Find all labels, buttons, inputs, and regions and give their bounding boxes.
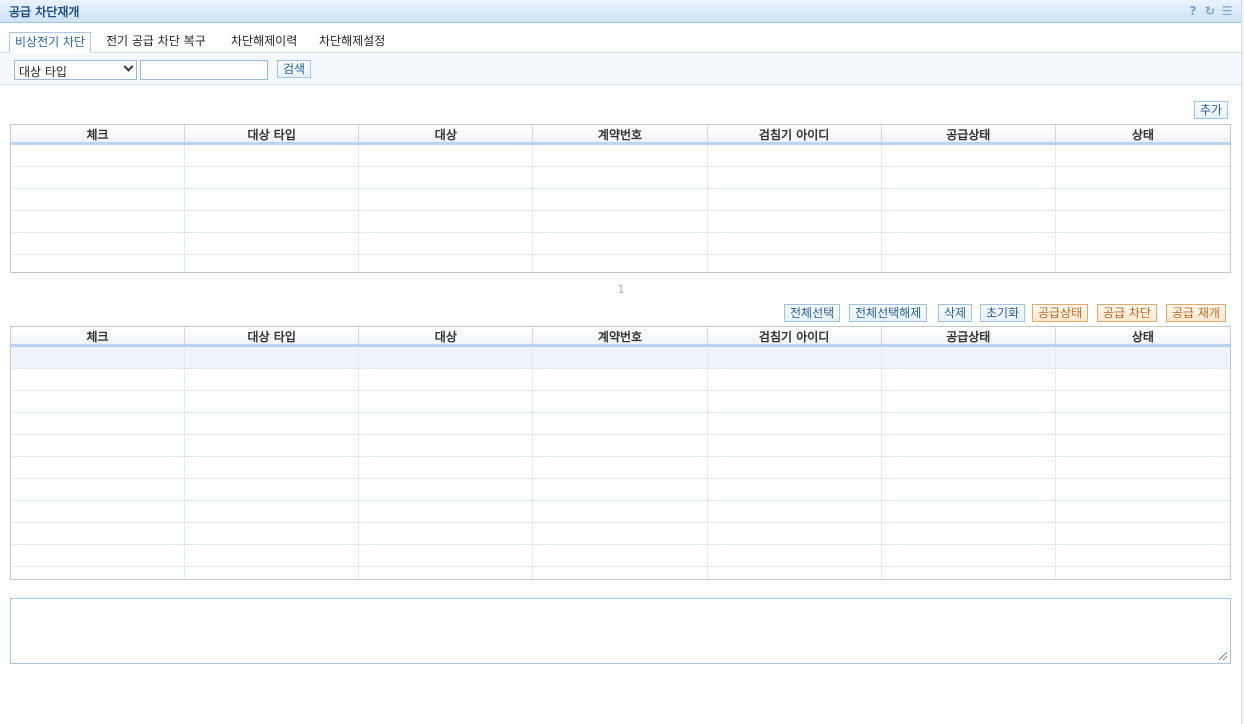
table-row[interactable] bbox=[11, 211, 1230, 233]
target-type-select[interactable]: 대상 타입 bbox=[14, 60, 137, 80]
deselect-all-button[interactable]: 전체선택해제 bbox=[849, 304, 928, 322]
table-row[interactable] bbox=[11, 567, 1230, 579]
search-bar: 대상 타입 검색 bbox=[0, 54, 1241, 85]
tab-bar: 비상전기 차단 전기 공급 차단 복구 차단해제이력 차단해제설정 bbox=[0, 23, 1241, 53]
refresh-icon[interactable]: ↻ bbox=[1204, 4, 1216, 18]
memo-textarea[interactable] bbox=[10, 598, 1231, 664]
search-input[interactable] bbox=[140, 60, 268, 80]
grid-header: 체크 대상 타입 대상 계약번호 검침기 아이디 공급상태 상태 bbox=[11, 327, 1230, 347]
resize-grip-icon[interactable] bbox=[1219, 652, 1227, 660]
col-check[interactable]: 체크 bbox=[11, 125, 186, 142]
table-row[interactable] bbox=[11, 523, 1230, 545]
col-target[interactable]: 대상 bbox=[359, 125, 534, 142]
col-status[interactable]: 상태 bbox=[1056, 125, 1230, 142]
table-row[interactable] bbox=[11, 501, 1230, 523]
tab-release-settings[interactable]: 차단해제설정 bbox=[314, 32, 390, 53]
pager-page-number[interactable]: 1 bbox=[612, 283, 630, 296]
table-row[interactable] bbox=[11, 413, 1230, 435]
table-row[interactable] bbox=[11, 255, 1230, 272]
add-button[interactable]: 추가 bbox=[1194, 101, 1229, 119]
col-supply-status[interactable]: 공급상태 bbox=[882, 125, 1056, 142]
col-target-type[interactable]: 대상 타입 bbox=[185, 327, 360, 344]
help-icon[interactable]: ? bbox=[1187, 4, 1199, 18]
target-type-value: 대상 타입 bbox=[19, 65, 67, 79]
select-all-button[interactable]: 전체선택 bbox=[784, 304, 841, 322]
delete-button[interactable]: 삭제 bbox=[938, 304, 973, 322]
table-row[interactable] bbox=[11, 347, 1230, 369]
table-row[interactable] bbox=[11, 435, 1230, 457]
supply-resume-button[interactable]: 공급 재개 bbox=[1166, 304, 1226, 322]
col-meter-id[interactable]: 검침기 아이디 bbox=[708, 327, 882, 344]
table-row[interactable] bbox=[11, 457, 1230, 479]
col-check[interactable]: 체크 bbox=[11, 327, 186, 344]
selected-grid: 체크 대상 타입 대상 계약번호 검침기 아이디 공급상태 상태 bbox=[10, 326, 1231, 580]
table-row[interactable] bbox=[11, 233, 1230, 255]
col-target-type[interactable]: 대상 타입 bbox=[185, 125, 360, 142]
table-row[interactable] bbox=[11, 189, 1230, 211]
supply-status-button[interactable]: 공급상태 bbox=[1032, 304, 1089, 322]
table-row[interactable] bbox=[11, 479, 1230, 501]
menu-icon[interactable]: ☰ bbox=[1221, 4, 1233, 18]
table-row[interactable] bbox=[11, 167, 1230, 189]
grid-header: 체크 대상 타입 대상 계약번호 검침기 아이디 공급상태 상태 bbox=[11, 125, 1230, 145]
window-tools: ? ↻ ☰ bbox=[1187, 4, 1233, 18]
col-meter-id[interactable]: 검침기 아이디 bbox=[708, 125, 882, 142]
search-button[interactable]: 검색 bbox=[277, 60, 312, 78]
col-supply-status[interactable]: 공급상태 bbox=[882, 327, 1056, 344]
col-target[interactable]: 대상 bbox=[359, 327, 534, 344]
chevron-down-icon bbox=[123, 61, 134, 72]
supply-cutoff-button[interactable]: 공급 차단 bbox=[1097, 304, 1157, 322]
window-titlebar: 공급 차단재개 ? ↻ ☰ bbox=[0, 0, 1241, 23]
table-row[interactable] bbox=[11, 369, 1230, 391]
tab-emergency-cutoff[interactable]: 비상전기 차단 bbox=[9, 32, 92, 53]
col-contract-no[interactable]: 계약번호 bbox=[533, 125, 708, 142]
reset-button[interactable]: 초기화 bbox=[980, 304, 1026, 322]
target-grid: 체크 대상 타입 대상 계약번호 검침기 아이디 공급상태 상태 bbox=[10, 124, 1231, 273]
table-row[interactable] bbox=[11, 545, 1230, 567]
window-title: 공급 차단재개 bbox=[9, 5, 80, 19]
tab-supply-restore[interactable]: 전기 공급 차단 복구 bbox=[101, 32, 211, 53]
col-status[interactable]: 상태 bbox=[1056, 327, 1230, 344]
table-row[interactable] bbox=[11, 391, 1230, 413]
col-contract-no[interactable]: 계약번호 bbox=[533, 327, 708, 344]
table-row[interactable] bbox=[11, 145, 1230, 167]
tab-release-history[interactable]: 차단해제이력 bbox=[226, 32, 302, 53]
